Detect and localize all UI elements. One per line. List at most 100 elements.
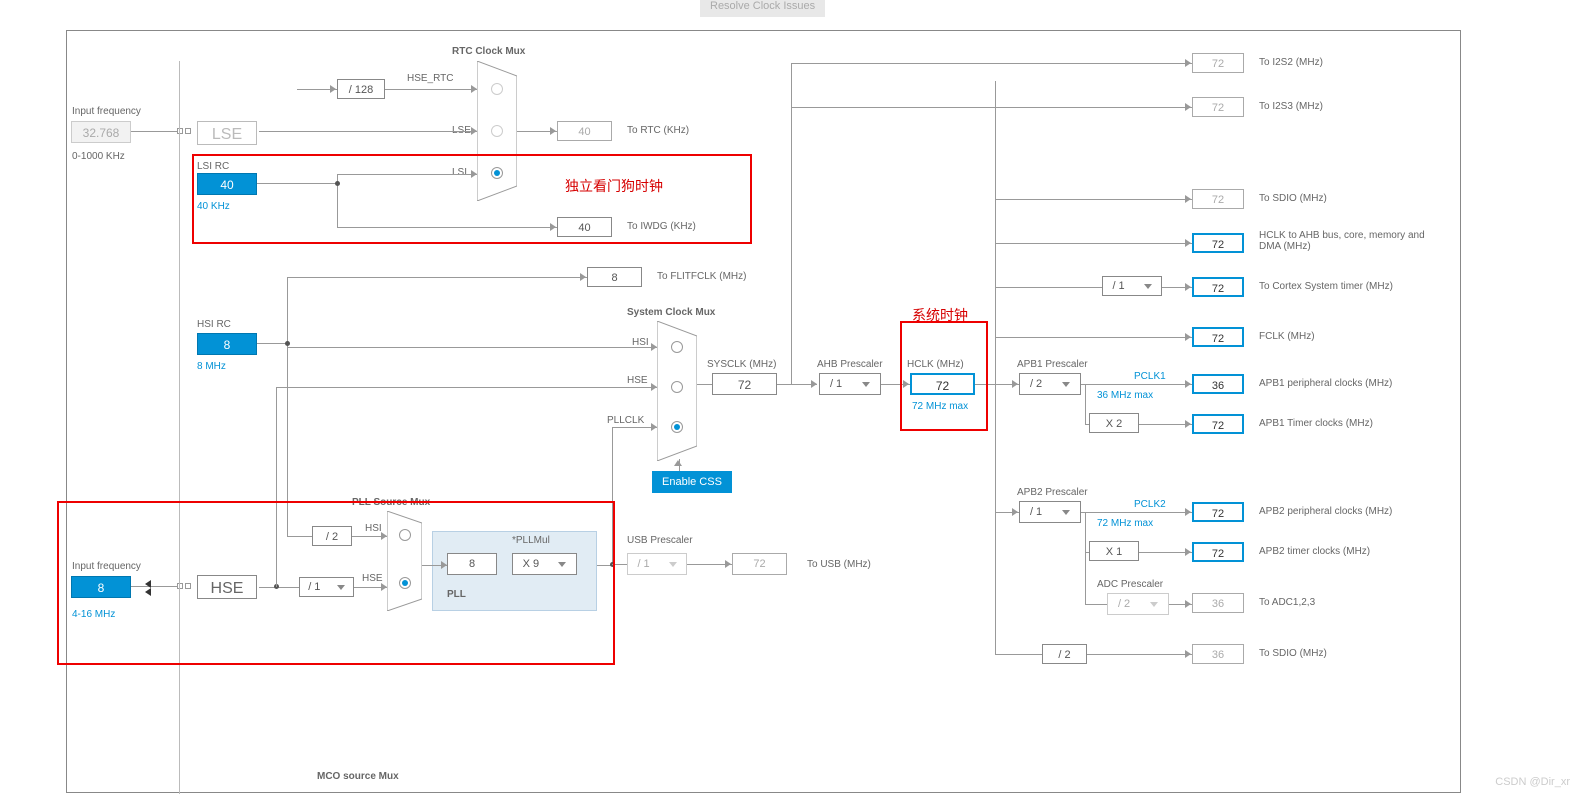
- iwdg-value: 40: [557, 217, 612, 237]
- sdio-label: To SDIO (MHz): [1259, 193, 1327, 204]
- lse-range: 0-1000 KHz: [72, 151, 125, 162]
- apb2-timer-label: APB2 timer clocks (MHz): [1259, 546, 1370, 557]
- sysclk-value[interactable]: 72: [712, 373, 777, 395]
- rtc-out-value: 40: [557, 121, 612, 141]
- sys-mux-hse-radio[interactable]: [671, 381, 683, 393]
- annotation-iwdg-text: 独立看门狗时钟: [565, 176, 663, 196]
- sdio2-value: 36: [1192, 644, 1244, 664]
- i2s3-label: To I2S3 (MHz): [1259, 101, 1323, 112]
- rtc-div128: / 128: [337, 79, 385, 99]
- hse-pll-div-dropdown[interactable]: / 1: [299, 577, 354, 597]
- apb2-periph-label: APB2 peripheral clocks (MHz): [1259, 506, 1392, 517]
- sys-pllclk-label: PLLCLK: [607, 415, 644, 426]
- usb-div-dropdown[interactable]: / 1: [627, 553, 687, 575]
- pclk1-max: 36 MHz max: [1097, 390, 1153, 401]
- fclk-label: FCLK (MHz): [1259, 331, 1315, 342]
- flitf-value: 8: [587, 267, 642, 287]
- mco-title: MCO source Mux: [317, 771, 399, 782]
- hsi-value: 8: [197, 333, 257, 355]
- adc-value: 36: [1192, 593, 1244, 613]
- sys-div1-dropdown[interactable]: / 1: [1102, 276, 1162, 296]
- hclk-label: HCLK (MHz): [907, 359, 964, 370]
- cortex-label: To Cortex System timer (MHz): [1259, 281, 1393, 292]
- hse-osc[interactable]: HSE: [197, 575, 257, 599]
- hse-range: 4-16 MHz: [72, 609, 115, 620]
- sys-mux-pll-radio[interactable]: [671, 421, 683, 433]
- pllmul-label: *PLLMul: [512, 535, 550, 546]
- lse-freq-input[interactable]: 32.768: [71, 121, 131, 143]
- enable-css-button[interactable]: Enable CSS: [652, 471, 732, 493]
- rtc-lsi-label: LSI: [452, 167, 467, 178]
- watermark: CSDN @Dir_xr: [1495, 776, 1570, 788]
- rtc-mux-hse-radio[interactable]: [491, 83, 503, 95]
- sys-hse-label: HSE: [627, 375, 648, 386]
- i2s3-value: 72: [1192, 97, 1244, 117]
- sdio2-label: To SDIO (MHz): [1259, 648, 1327, 659]
- apb2-x1: X 1: [1089, 541, 1139, 561]
- adc-title: ADC Prescaler: [1097, 579, 1163, 590]
- lse-osc[interactable]: LSE: [197, 121, 257, 145]
- apb2-timer-value: 72: [1192, 542, 1244, 562]
- hse-freq-input[interactable]: 8: [71, 576, 131, 598]
- hsi-label: HSI RC: [197, 319, 231, 330]
- fclk-value: 72: [1192, 327, 1244, 347]
- lsi-unit: 40 KHz: [197, 201, 230, 212]
- apb2-div-dropdown[interactable]: / 1: [1019, 501, 1081, 523]
- pll-label: PLL: [447, 589, 466, 600]
- rtc-mux-lsi-radio[interactable]: [491, 167, 503, 179]
- i2s2-value: 72: [1192, 53, 1244, 73]
- lsi-value: 40: [197, 173, 257, 195]
- hclk-ahb-label: HCLK to AHB bus, core, memory and DMA (M…: [1259, 230, 1429, 252]
- lsi-label: LSI RC: [197, 161, 229, 172]
- apb1-x2: X 2: [1089, 413, 1139, 433]
- apb1-periph-value: 36: [1192, 374, 1244, 394]
- hse-rtc-label: HSE_RTC: [407, 73, 454, 84]
- i2s2-label: To I2S2 (MHz): [1259, 57, 1323, 68]
- ahb-title: AHB Prescaler: [817, 359, 883, 370]
- pll-div2: / 2: [312, 526, 352, 546]
- annotation-sysclk-text: 系统时钟: [912, 305, 968, 325]
- sdio-div2: / 2: [1042, 644, 1087, 664]
- resolve-button[interactable]: Resolve Clock Issues: [700, 0, 825, 17]
- pll-src-mux-title: PLL Source Mux: [352, 497, 430, 508]
- rtc-mux-lse-radio[interactable]: [491, 125, 503, 137]
- hclk-value[interactable]: 72: [910, 373, 975, 395]
- pll-src-hsi-label: HSI: [365, 523, 382, 534]
- apb2-periph-value: 72: [1192, 502, 1244, 522]
- apb1-timer-label: APB1 Timer clocks (MHz): [1259, 418, 1373, 429]
- cortex-value: 72: [1192, 277, 1244, 297]
- sdio-value: 72: [1192, 189, 1244, 209]
- apb1-periph-label: APB1 peripheral clocks (MHz): [1259, 378, 1392, 389]
- pclk2-max: 72 MHz max: [1097, 518, 1153, 529]
- pll-input-value[interactable]: 8: [447, 553, 497, 575]
- adc-div-dropdown[interactable]: / 2: [1107, 593, 1169, 615]
- hsi-unit: 8 MHz: [197, 361, 226, 372]
- adc-label: To ADC1,2,3: [1259, 597, 1315, 608]
- flitf-label: To FLITFCLK (MHz): [657, 271, 746, 282]
- sys-mux-hsi-radio[interactable]: [671, 341, 683, 353]
- rtc-mux-title: RTC Clock Mux: [452, 46, 525, 57]
- usb-value: 72: [732, 553, 787, 575]
- pll-src-hse-radio[interactable]: [399, 577, 411, 589]
- pll-src-hse-label: HSE: [362, 573, 383, 584]
- apb1-timer-value: 72: [1192, 414, 1244, 434]
- input-freq-lse-label: Input frequency: [72, 106, 141, 117]
- pllmul-dropdown[interactable]: X 9: [512, 553, 577, 575]
- sys-mux-title: System Clock Mux: [627, 307, 715, 318]
- rtc-out-label: To RTC (KHz): [627, 125, 689, 136]
- iwdg-label: To IWDG (KHz): [627, 221, 696, 232]
- pclk1-label: PCLK1: [1134, 371, 1166, 382]
- pll-src-hsi-radio[interactable]: [399, 529, 411, 541]
- usb-label: To USB (MHz): [807, 559, 871, 570]
- pclk2-label: PCLK2: [1134, 499, 1166, 510]
- hclk-max: 72 MHz max: [912, 401, 968, 412]
- ahb-div-dropdown[interactable]: / 1: [819, 373, 881, 395]
- apb2-title: APB2 Prescaler: [1017, 487, 1088, 498]
- clock-diagram: Input frequency 32.768 0-1000 KHz LSE In…: [66, 30, 1461, 793]
- sysclk-label: SYSCLK (MHz): [707, 359, 776, 370]
- usb-prescaler-title: USB Prescaler: [627, 535, 693, 546]
- hclk-ahb-value: 72: [1192, 233, 1244, 253]
- input-freq-hse-label: Input frequency: [72, 561, 141, 572]
- apb1-div-dropdown[interactable]: / 2: [1019, 373, 1081, 395]
- apb1-title: APB1 Prescaler: [1017, 359, 1088, 370]
